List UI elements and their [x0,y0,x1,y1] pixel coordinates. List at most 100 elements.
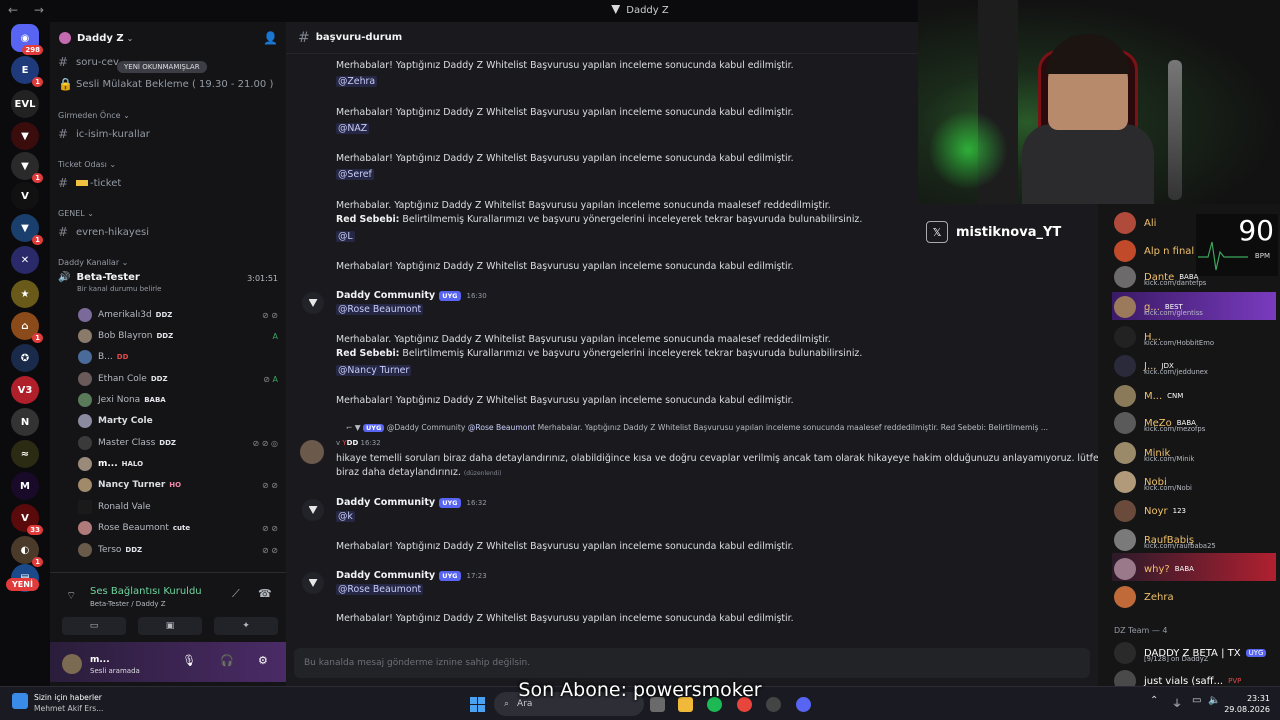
viewer-item[interactable]: g... BEST kick.com/glentiss [1114,296,1203,318]
x-logo-icon: 𝕏 [926,221,948,243]
server-header[interactable]: Daddy Z ⌄ 👤 [50,22,286,54]
viewer-item[interactable]: Minik kick.com/Minik [1114,442,1194,464]
unread-pill[interactable]: YENİ OKUNMAMIŞLAR [117,61,207,73]
settings-gear-icon[interactable]: ⚙ [258,654,268,667]
window-title-text: Daddy Z [626,5,669,16]
rejection-reason: Red Sebebi: Belirtilmemiş Kurallarımızı … [336,348,862,359]
bot-avatar[interactable] [302,572,324,594]
voice-member[interactable]: Jexi Nona BABA [78,390,278,410]
viewer-item[interactable]: Ali [1114,212,1156,234]
user-mention[interactable]: @k [336,511,355,522]
voice-member[interactable]: Rose Beaumont cute ⊘ ⊘ [78,518,278,538]
category-genel[interactable]: GENEL ⌄ [58,209,94,218]
viewer-item[interactable]: Nobi kick.com/Nobi [1114,471,1192,493]
news-subtitle: Mehmet Akif Ers... [34,704,104,713]
activities-button[interactable]: ✦ [214,617,278,635]
user-mention[interactable]: @L [336,231,355,242]
server-icon-12[interactable]: N [11,408,39,436]
user-mention[interactable]: @Rose Beaumont [336,584,424,595]
viewer-item[interactable]: H... kick.com/HobbitEmo [1114,326,1214,348]
author-name[interactable]: Daddy Community [336,497,435,508]
screen-share-button[interactable]: ▣ [138,617,202,635]
microphone-icon[interactable]: 🎙 [182,654,196,667]
viewer-item[interactable]: MeZo BABA kick.com/mezofps [1114,412,1205,434]
new-servers-pill[interactable]: YENİ [6,578,39,591]
server-icon-15[interactable]: V 33 [11,504,43,535]
voice-member[interactable]: Bob Blayron DDZ A [78,326,278,346]
channel-ticket[interactable]: # -ticket [58,173,121,193]
user-mention[interactable]: @Seref [336,169,374,180]
author-name[interactable]: Daddy Community [336,290,435,301]
home-button[interactable]: ◉ 298 [11,24,43,55]
server-icon-10[interactable]: ✪ [11,344,39,372]
voice-channel-beta-tester[interactable]: 🔊 Beta-Tester 3:01:51 Bir kanal durumu be… [58,272,278,293]
server-icon-5[interactable]: V [11,182,39,210]
voice-member[interactable]: m... HALO [78,454,278,474]
user-mention[interactable]: @Rose Beaumont [336,304,424,315]
server-icon-2[interactable]: EVL [11,90,39,118]
server-icon-8[interactable]: ★ [11,280,39,308]
voice-member[interactable]: Ethan Cole DDZ ⊘ A [78,369,278,389]
voice-member[interactable]: Terso DDZ ⊘ ⊘ [78,540,278,560]
webcam-person-hair [1046,34,1130,74]
server-icon-1[interactable]: E1 [11,56,43,87]
server-icon-3[interactable]: ▼ [11,122,39,150]
user-mention[interactable]: @NAZ [336,123,370,134]
reply-user-name[interactable]: v [336,439,340,447]
server-icon-13[interactable]: ≈ [11,440,39,468]
viewer-item[interactable]: Zehra [1114,586,1174,608]
noise-suppression-icon[interactable]: ⟋ [232,587,240,601]
voice-member[interactable]: Nancy Turner HO ⊘ ⊘ [78,475,278,495]
member-name: Amerikalı3d [98,310,152,320]
channel-evren-hikayesi[interactable]: # evren-hikayesi [58,222,149,242]
voice-connected-status[interactable]: Ses Bağlantısı Kuruldu [90,586,202,597]
voice-member[interactable]: Amerikalı3d DDZ ⊘ ⊘ [78,305,278,325]
viewer-item[interactable]: Noyr 123 [1114,500,1186,522]
channel-ic-isim-kurallar[interactable]: # ic-isim-kurallar [58,124,150,144]
viewer-item[interactable]: Dante BABA kick.com/dantefps [1114,266,1206,288]
category-ticket-odasi[interactable]: Ticket Odası ⌄ [58,160,116,169]
disconnect-icon[interactable]: ☎ [258,587,272,600]
user-mention[interactable]: @Zehra [336,76,378,87]
member-name: Terso [98,545,122,555]
viewer-item[interactable]: J... JDX kick.com/jeddunex [1114,355,1208,377]
message-input[interactable]: Bu kanalda mesaj gönderme iznine sahip d… [294,648,1090,678]
category-daddy-kanallar[interactable]: Daddy Kanallar ⌄ [58,258,128,267]
voice-member[interactable]: B... DD [78,347,278,367]
bot-avatar[interactable] [302,499,324,521]
server-icon-11[interactable]: V3 [11,376,39,404]
user-avatar[interactable] [300,440,324,464]
user-avatar[interactable] [62,654,82,674]
team-member[interactable]: DADDY Z BETA | TX UYG [9/128] on DaddyZ [1114,642,1267,664]
voice-member[interactable]: Marty Cole [78,411,278,431]
viewer-item[interactable]: why? BABA [1114,558,1194,580]
channel-sesli-mulakat[interactable]: 🔒 Sesli Mülakat Bekleme ( 19.30 - 21.00 ) [58,74,273,94]
category-girmeden-once[interactable]: Girmeden Önce ⌄ [58,111,130,120]
voice-member[interactable]: Master Class DDZ ⊘ ⊘ ◎ [78,433,278,453]
server-icon-9[interactable]: ⌂ 1 [11,312,43,343]
viewer-item[interactable]: Alp n final [1114,240,1194,262]
server-icon-4[interactable]: ▼ 1 [11,152,43,183]
channel-soru-cevap[interactable]: # soru-cev [58,52,119,72]
viewer-item[interactable]: RaufBabiş kick.com/raufbaba25 [1114,529,1216,551]
viewer-item[interactable]: M... CNM [1114,385,1183,407]
hash-icon: # [58,225,69,239]
server-icon-7[interactable]: ✕ [11,246,39,274]
channel-label: -ticket [90,177,122,189]
camera-button[interactable]: ▭ [62,617,126,635]
add-user-icon[interactable]: 👤 [263,31,278,45]
server-icon-6[interactable]: ▼ 1 [11,214,43,245]
bot-logo-icon [308,579,318,587]
voice-status[interactable]: Bir kanal durumu belirle [77,285,278,293]
server-icon-16[interactable]: ◐ 1 [11,536,43,567]
author-name[interactable]: Daddy Community [336,570,435,581]
voice-channel-name: Beta-Tester [76,272,140,283]
team-member-sub: [9/128] on DaddyZ [1144,655,1209,663]
server-icon-14[interactable]: M [11,472,39,500]
bot-avatar[interactable] [302,292,324,314]
headset-icon[interactable]: 🎧 [220,654,234,667]
user-mention[interactable]: @Nancy Turner [336,365,412,376]
reason-text: Belirtilmemiş Kurallarımızı ve başvuru y… [399,348,863,359]
voice-member[interactable]: Ronald Vale [78,497,278,517]
reply-preview[interactable]: ⌐ ▼ UYG @Daddy Community @Rose Beaumont … [346,423,1086,432]
